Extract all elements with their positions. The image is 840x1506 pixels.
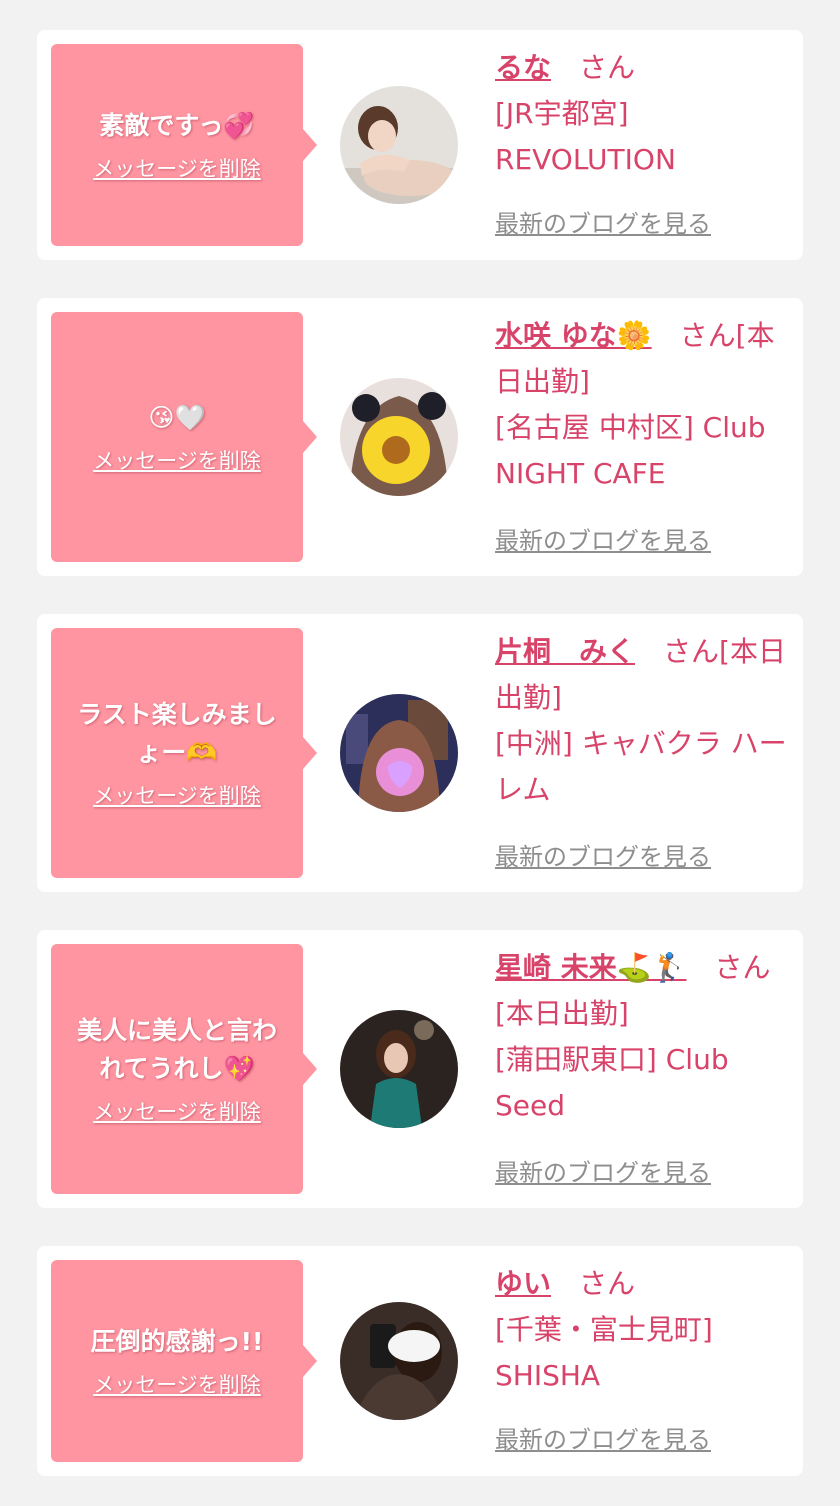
message-card: 圧倒的感謝っ!! メッセージを削除 ゆい さん [千葉・富士見町] SHISHA… (37, 1246, 803, 1476)
message-bubble: 圧倒的感謝っ!! メッセージを削除 (51, 1260, 317, 1462)
message-list: 素敵ですっ💞 メッセージを削除 るな さん [JR宇都宮] REVOLUTION… (0, 0, 840, 1506)
cast-info: るな さん [JR宇都宮] REVOLUTION (495, 45, 795, 183)
shop-info: [千葉・富士見町] SHISHA (495, 1313, 713, 1392)
avatar[interactable] (340, 1302, 458, 1420)
cast-info: 片桐 みく さん[本日出勤] [中洲] キャバクラ ハーレム (495, 629, 795, 813)
message-bubble: 素敵ですっ💞 メッセージを削除 (51, 44, 317, 246)
cast-name-link[interactable]: 星崎 未来⛳🏌 (495, 951, 686, 984)
message-bubble: 美人に美人と言われてうれし💖 メッセージを削除 (51, 944, 317, 1194)
honorific-text: さん (579, 1267, 636, 1300)
latest-blog-link[interactable]: 最新のブログを見る (495, 1425, 711, 1455)
message-card: 素敵ですっ💞 メッセージを削除 るな さん [JR宇都宮] REVOLUTION… (37, 30, 803, 260)
latest-blog-link[interactable]: 最新のブログを見る (495, 842, 711, 872)
latest-blog-link[interactable]: 最新のブログを見る (495, 526, 711, 556)
message-text: 素敵ですっ💞 (99, 111, 255, 140)
shop-info: [JR宇都宮] REVOLUTION (495, 97, 676, 176)
shop-info: [蒲田駅東口] Club Seed (495, 1043, 729, 1122)
avatar[interactable] (340, 1010, 458, 1128)
cast-name-link[interactable]: ゆい (495, 1267, 551, 1300)
message-text: 美人に美人と言われてうれし💖 (76, 1016, 277, 1083)
delete-message-link[interactable]: メッセージを削除 (93, 155, 261, 183)
message-card: ラスト楽しみましょー🫶 メッセージを削除 片桐 みく さん[本日出勤] [中洲]… (37, 614, 803, 892)
avatar[interactable] (340, 378, 458, 496)
avatar[interactable] (340, 694, 458, 812)
message-bubble: ラスト楽しみましょー🫶 メッセージを削除 (51, 628, 317, 878)
delete-message-link[interactable]: メッセージを削除 (93, 1098, 261, 1126)
cast-name-link[interactable]: 水咲 ゆな🌼 (495, 319, 652, 352)
message-text: 😘🤍 (148, 403, 206, 432)
delete-message-link[interactable]: メッセージを削除 (93, 1371, 261, 1399)
message-card: 美人に美人と言われてうれし💖 メッセージを削除 星崎 未来⛳🏌 さん[本日出勤]… (37, 930, 803, 1208)
cast-name-link[interactable]: 片桐 みく (495, 635, 635, 668)
shop-info: [名古屋 中村区] Club NIGHT CAFE (495, 411, 766, 490)
message-text: 圧倒的感謝っ!! (90, 1327, 264, 1356)
message-card: 😘🤍 メッセージを削除 水咲 ゆな🌼 さん[本日出勤] [名古屋 中村区] Cl… (37, 298, 803, 576)
cast-info: 星崎 未来⛳🏌 さん[本日出勤] [蒲田駅東口] Club Seed (495, 945, 795, 1129)
message-text: ラスト楽しみましょー🫶 (77, 700, 277, 767)
message-bubble: 😘🤍 メッセージを削除 (51, 312, 317, 562)
honorific-text: さん (579, 51, 636, 84)
delete-message-link[interactable]: メッセージを削除 (93, 447, 261, 475)
cast-name-link[interactable]: るな (495, 51, 551, 84)
cast-info: ゆい さん [千葉・富士見町] SHISHA (495, 1261, 795, 1399)
latest-blog-link[interactable]: 最新のブログを見る (495, 1158, 711, 1188)
delete-message-link[interactable]: メッセージを削除 (93, 782, 261, 810)
shop-info: [中洲] キャバクラ ハーレム (495, 727, 787, 806)
latest-blog-link[interactable]: 最新のブログを見る (495, 209, 711, 239)
cast-info: 水咲 ゆな🌼 さん[本日出勤] [名古屋 中村区] Club NIGHT CAF… (495, 313, 795, 497)
avatar[interactable] (340, 86, 458, 204)
